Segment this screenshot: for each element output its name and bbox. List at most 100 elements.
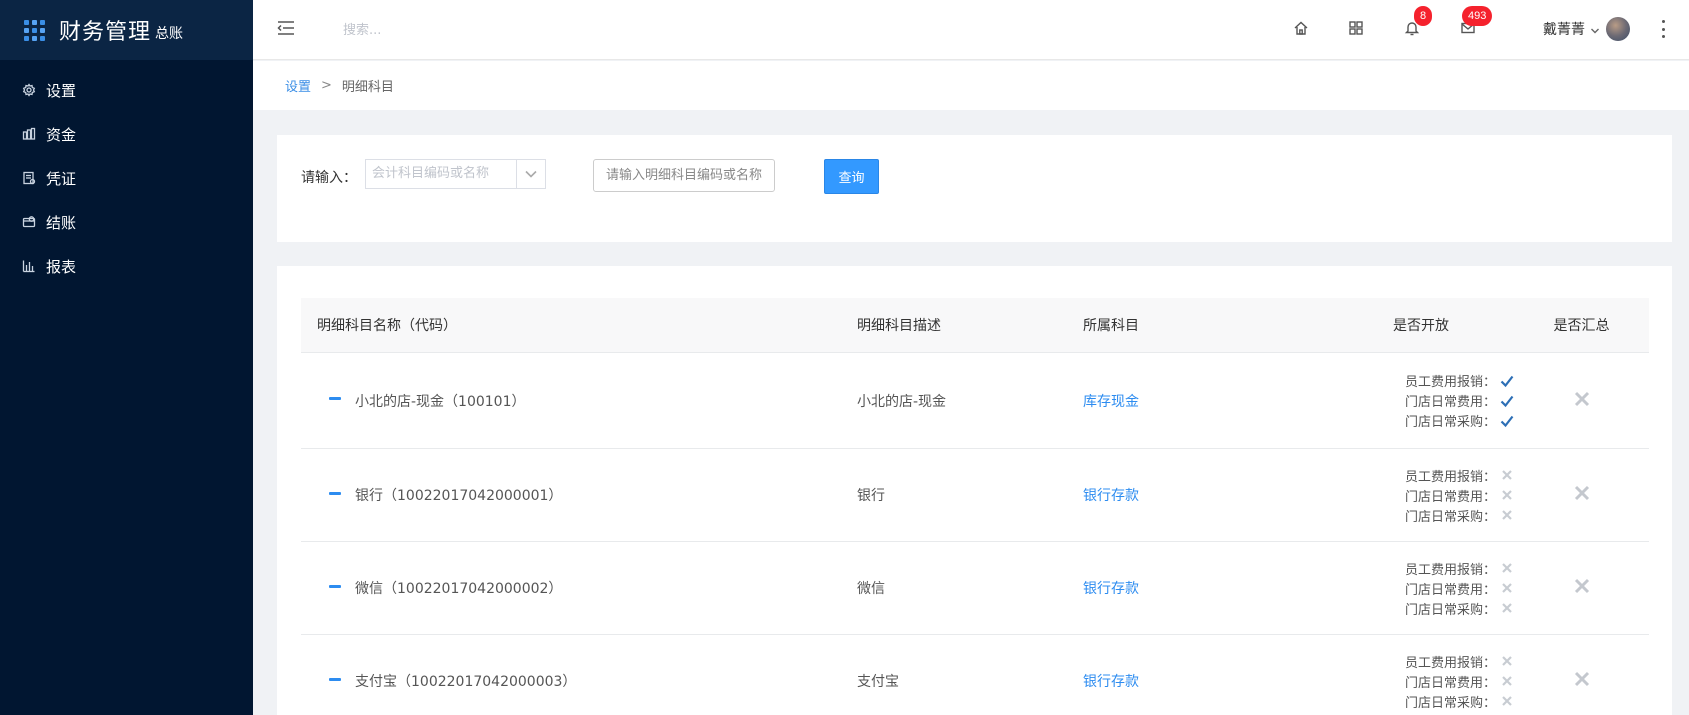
open-flag-label: 员工费用报销： xyxy=(1404,375,1496,390)
collapse-minus-icon[interactable] xyxy=(329,397,341,400)
cell-desc: 银行 xyxy=(857,488,885,504)
sidebar-item-settings[interactable]: 设置 xyxy=(0,68,253,112)
breadcrumb-separator: > xyxy=(321,78,332,93)
cross-icon xyxy=(1500,674,1514,688)
user-name: 戴菁菁 xyxy=(1543,22,1585,38)
breadcrumb: 设置 > 明细科目 xyxy=(253,61,1689,110)
table-row: 支付宝（10022017042000003） 支付宝 银行存款 员工费用报销： 门店日常… xyxy=(301,635,1649,715)
open-flag-label: 门店日常采购： xyxy=(1404,509,1496,525)
cross-icon xyxy=(1500,654,1514,668)
open-flag-line: 门店日常采购： xyxy=(1405,505,1514,525)
cell-name: 小北的店-现金（100101） xyxy=(301,391,857,411)
sidebar-menu: 设置 资金 凭证 结账 报表 xyxy=(0,60,253,288)
parent-subject-link[interactable]: 银行存款 xyxy=(1083,581,1139,597)
cell-name: 微信（10022017042000002） xyxy=(301,578,857,598)
cell-name: 支付宝（10022017042000003） xyxy=(301,671,857,691)
cell-summary xyxy=(1514,577,1649,599)
sidebar-item-checkout[interactable]: 结账 xyxy=(0,200,253,244)
cell-desc: 小北的店-现金 xyxy=(857,393,947,410)
sidebar-item-reports[interactable]: 报表 xyxy=(0,244,253,288)
app-title: 财务管理 xyxy=(59,20,152,45)
open-flag-label: 门店日常采购： xyxy=(1404,695,1496,711)
messages-mail-icon[interactable]: 493 xyxy=(1458,6,1493,38)
open-flag-line: 门店日常费用： xyxy=(1405,578,1514,598)
column-header-open: 是否开放 xyxy=(1328,315,1514,335)
user-menu[interactable]: 戴菁菁 xyxy=(1543,16,1630,42)
filter-label: 请输入： xyxy=(301,170,357,186)
apps-grid-logo-icon xyxy=(24,19,45,41)
funds-icon xyxy=(22,127,36,141)
cross-icon xyxy=(1500,561,1514,575)
parent-subject-link[interactable]: 库存现金 xyxy=(1083,394,1139,410)
breadcrumb-current: 明细科目 xyxy=(341,80,394,95)
column-header-desc: 明细科目描述 xyxy=(857,318,941,334)
open-flag-line: 员工费用报销： xyxy=(1405,371,1514,391)
collapse-minus-icon[interactable] xyxy=(329,491,341,495)
sidebar-item-voucher[interactable]: 凭证 xyxy=(0,156,253,200)
open-flag-label: 员工费用报销： xyxy=(1404,655,1496,671)
collapse-minus-icon[interactable] xyxy=(329,584,341,588)
avatar[interactable] xyxy=(1606,17,1630,41)
sidebar-item-label: 报表 xyxy=(46,257,77,276)
open-flag-line: 员工费用报销： xyxy=(1405,465,1514,485)
checkout-icon xyxy=(22,215,36,229)
column-header-open-label: 是否开放 xyxy=(1393,318,1449,334)
breadcrumb-link-settings[interactable]: 设置 xyxy=(285,76,311,95)
cross-icon xyxy=(1573,484,1591,506)
cross-icon xyxy=(1500,508,1514,522)
cell-desc: 支付宝 xyxy=(857,674,899,690)
sidebar-item-label: 结账 xyxy=(46,213,77,232)
parent-subject-link[interactable]: 银行存款 xyxy=(1083,674,1139,690)
cross-icon xyxy=(1500,468,1514,482)
open-flag-line: 门店日常采购： xyxy=(1405,691,1514,711)
search-input[interactable] xyxy=(343,18,643,42)
cell-parent: 银行存款 xyxy=(1083,485,1328,505)
open-flag-line: 员工费用报销： xyxy=(1405,651,1514,671)
sidebar-item-label: 资金 xyxy=(46,125,77,144)
sidebar-item-funds[interactable]: 资金 xyxy=(0,112,253,156)
table-panel: 明细科目名称（代码） 明细科目描述 所属科目 是否开放 是否汇总 小北的店-现金… xyxy=(277,266,1672,715)
account-subject-select[interactable]: 会计科目编码或名称 xyxy=(365,159,546,189)
cross-icon xyxy=(1573,577,1591,599)
more-vertical-icon[interactable] xyxy=(1656,20,1670,38)
open-flag-label: 门店日常采购： xyxy=(1404,602,1496,618)
sidebar: 财务管理 总账 设置 资金 凭证 结账 报表 xyxy=(0,0,253,715)
detail-subject-input[interactable] xyxy=(593,159,775,192)
open-flag-label: 门店日常费用： xyxy=(1404,395,1496,410)
cross-icon xyxy=(1573,390,1591,412)
cross-icon xyxy=(1500,601,1514,615)
sidebar-item-label: 凭证 xyxy=(46,169,77,188)
open-flag-line: 门店日常采购： xyxy=(1405,598,1514,618)
collapse-menu-icon[interactable] xyxy=(276,18,296,38)
collapse-minus-icon[interactable] xyxy=(329,677,341,681)
open-flag-line: 门店日常费用： xyxy=(1405,671,1514,691)
table-row: 微信（10022017042000002） 微信 银行存款 员工费用报销： 门店日常费用… xyxy=(301,542,1649,635)
cross-icon xyxy=(1500,581,1514,595)
notifications-bell-icon[interactable]: 8 xyxy=(1402,6,1433,38)
filter-panel: 请输入： 会计科目编码或名称 查询 xyxy=(277,135,1672,242)
subject-name: 支付宝（10022017042000003） xyxy=(355,674,577,690)
apps-grid-icon[interactable] xyxy=(1346,18,1366,38)
cell-open: 员工费用报销： 门店日常费用： 门店日常采购： xyxy=(1328,558,1514,618)
top-bar: 8 493 戴菁菁 xyxy=(253,0,1689,60)
app-subtitle: 总账 xyxy=(155,26,184,42)
cross-icon xyxy=(1573,670,1591,692)
select-placeholder: 会计科目编码或名称 xyxy=(372,166,490,181)
cell-open: 员工费用报销： 门店日常费用： 门店日常采购： xyxy=(1328,465,1514,525)
chevron-down-icon[interactable] xyxy=(516,160,545,188)
table-row: 小北的店-现金（100101） 小北的店-现金 库存现金 员工费用报销： 门店日常费用：… xyxy=(301,353,1649,449)
parent-subject-link[interactable]: 银行存款 xyxy=(1083,488,1139,504)
cell-parent: 银行存款 xyxy=(1083,671,1328,691)
voucher-icon xyxy=(22,171,36,185)
home-icon[interactable] xyxy=(1291,18,1311,38)
cell-name: 银行（10022017042000001） xyxy=(301,485,857,505)
open-flag-line: 门店日常采购： xyxy=(1405,411,1514,431)
open-flag-label: 员工费用报销： xyxy=(1404,562,1496,578)
query-button[interactable]: 查询 xyxy=(824,159,879,194)
cell-parent: 银行存款 xyxy=(1083,578,1328,598)
subject-name: 银行（10022017042000001） xyxy=(355,488,563,504)
detail-subjects-table: 明细科目名称（代码） 明细科目描述 所属科目 是否开放 是否汇总 小北的店-现金… xyxy=(301,298,1649,715)
chevron-down-icon xyxy=(1590,24,1600,34)
subject-name: 小北的店-现金（100101） xyxy=(355,393,526,410)
report-chart-icon xyxy=(22,259,36,273)
